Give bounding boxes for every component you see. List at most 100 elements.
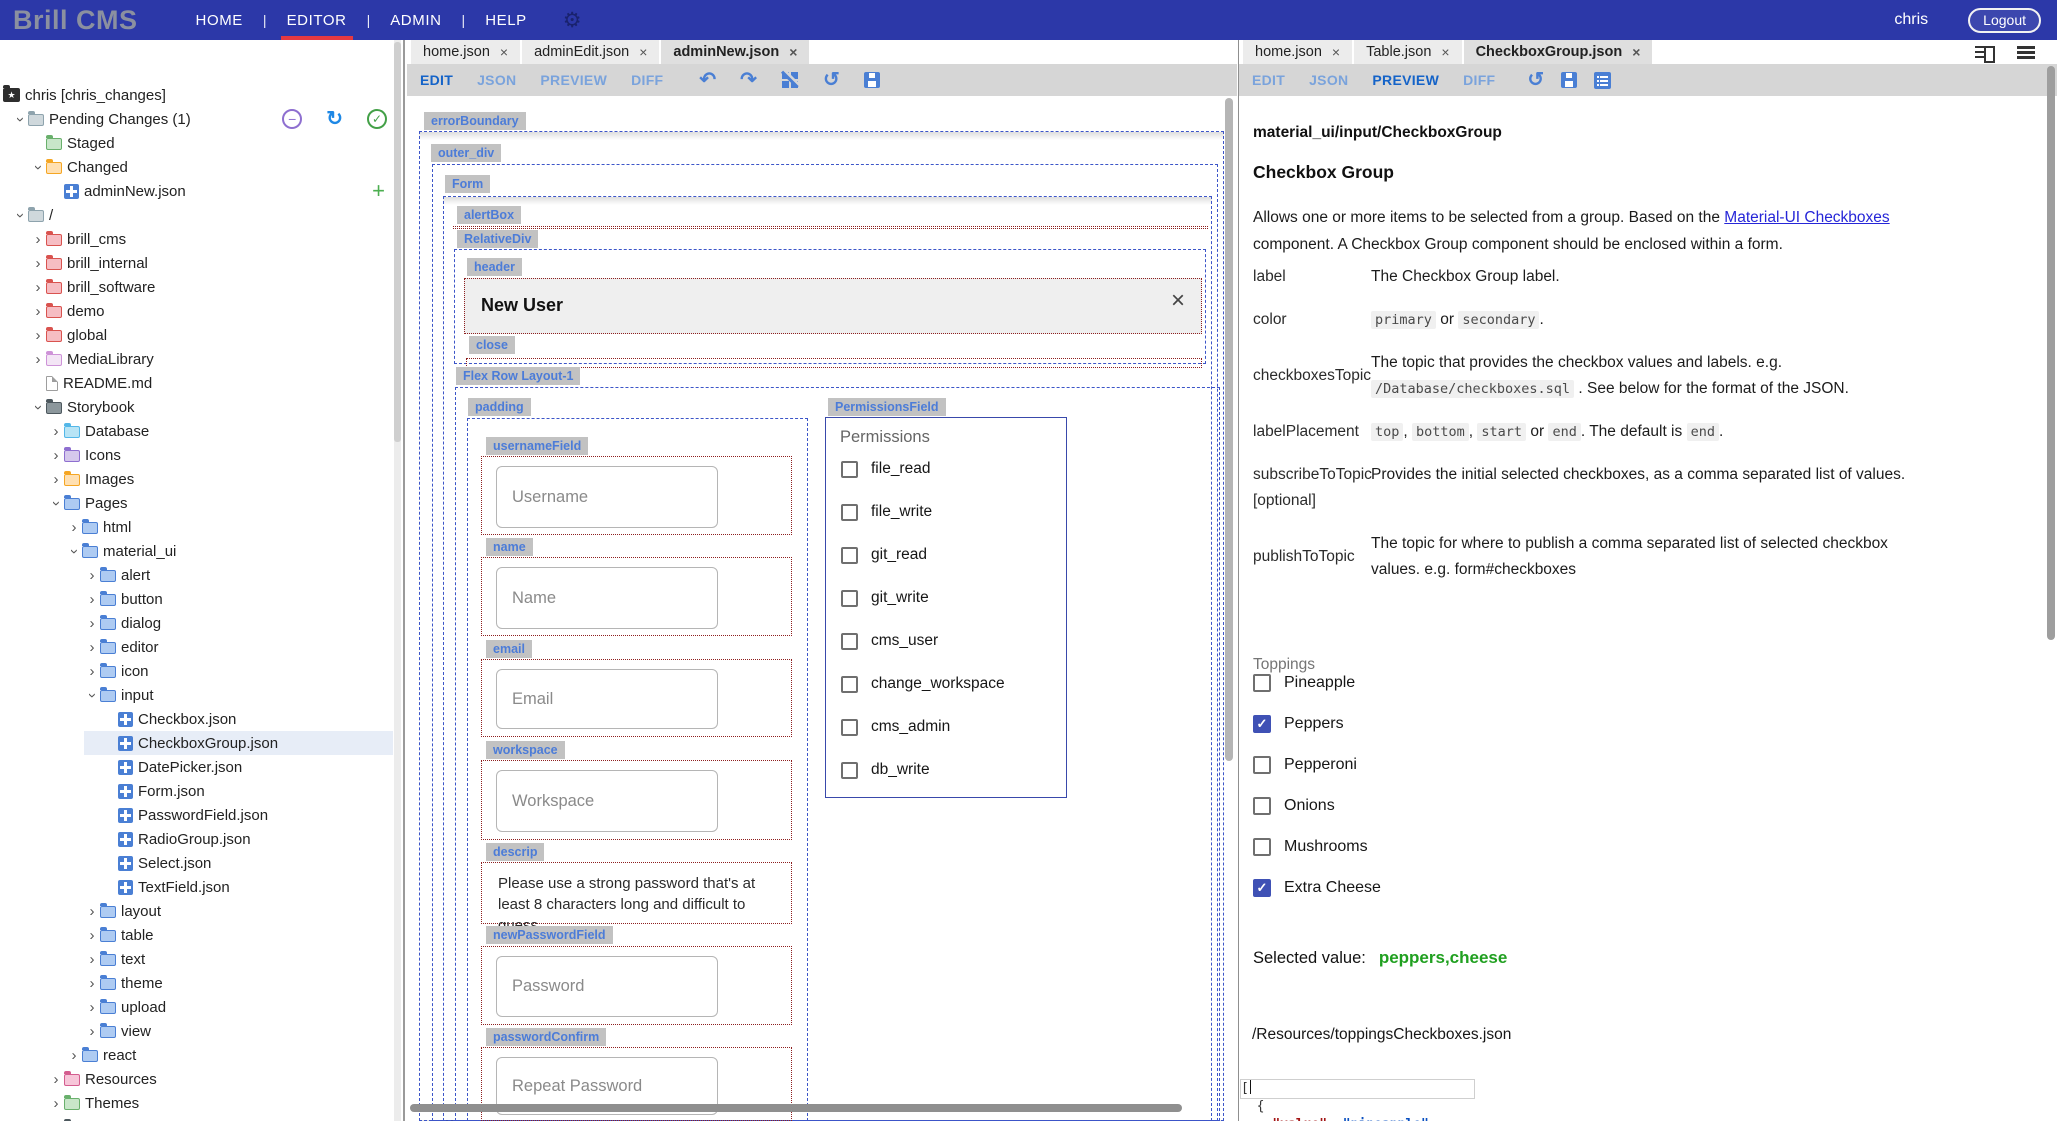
tab-table.json[interactable]: Table.json× bbox=[1354, 40, 1461, 64]
unchecked-checkbox-icon[interactable] bbox=[1253, 838, 1271, 856]
tree-item-input[interactable]: ›input bbox=[0, 683, 393, 707]
tab-close-icon[interactable]: × bbox=[1441, 44, 1449, 60]
tree-item-editor[interactable]: ›editor bbox=[0, 635, 393, 659]
name-input[interactable] bbox=[496, 567, 718, 629]
checkbox-extra-cheese[interactable]: ✓Extra Cheese bbox=[1253, 879, 1381, 897]
checkbox-git-read[interactable]: git_read bbox=[841, 546, 1005, 564]
chevron-right-icon[interactable]: › bbox=[90, 952, 95, 967]
chevron-right-icon[interactable]: › bbox=[90, 568, 95, 583]
sidebar-scrollbar-thumb[interactable] bbox=[394, 42, 401, 442]
chevron-right-icon[interactable]: › bbox=[54, 424, 59, 439]
chevron-right-icon[interactable]: › bbox=[90, 640, 95, 655]
save-icon[interactable] bbox=[1561, 72, 1577, 88]
chevron-right-icon[interactable]: › bbox=[36, 352, 41, 367]
json-code-editor[interactable]: [ { "value": "pineapple", "label": "Pine… bbox=[1241, 1080, 2057, 1121]
tree-item-material-ui[interactable]: ›material_ui bbox=[0, 539, 393, 563]
chip-flex-row[interactable]: Flex Row Layout-1 bbox=[456, 367, 580, 385]
mode-diff-button[interactable]: DIFF bbox=[631, 72, 663, 88]
code-line[interactable]: { bbox=[1241, 1098, 2057, 1116]
tree-item-datepicker-json[interactable]: DatePicker.json bbox=[0, 755, 393, 779]
chevron-down-icon[interactable]: › bbox=[49, 501, 64, 506]
chip-newPasswordField[interactable]: newPasswordField bbox=[486, 926, 613, 944]
chip-alertBox[interactable]: alertBox bbox=[457, 206, 521, 224]
unchecked-checkbox-icon[interactable] bbox=[841, 719, 858, 736]
mode-edit-button[interactable]: EDIT bbox=[1252, 72, 1285, 88]
mode-diff-button[interactable]: DIFF bbox=[1463, 72, 1495, 88]
tree-item-table[interactable]: ›table bbox=[0, 923, 393, 947]
mode-edit-button[interactable]: EDIT bbox=[420, 72, 453, 88]
tree-item-themes[interactable]: ›Themes bbox=[0, 1091, 393, 1115]
checked-checkbox-icon[interactable]: ✓ bbox=[1253, 879, 1271, 897]
panel-toggle-icon[interactable] bbox=[1975, 45, 1995, 60]
tree-item-medialibrary[interactable]: ›MediaLibrary bbox=[0, 347, 393, 371]
tree-item-pending-changes-1-[interactable]: ›Pending Changes (1)−↻✓ bbox=[0, 107, 393, 131]
chevron-right-icon[interactable]: › bbox=[36, 256, 41, 271]
chip-passwordConfirm[interactable]: passwordConfirm bbox=[486, 1028, 606, 1046]
redo-icon[interactable]: ↷ bbox=[740, 70, 757, 90]
tree-item-resources[interactable]: ›Resources bbox=[0, 1067, 393, 1091]
tree-item-checkbox-json[interactable]: Checkbox.json bbox=[0, 707, 393, 731]
workspace-input[interactable] bbox=[496, 770, 718, 832]
stage-add-icon[interactable]: + bbox=[372, 178, 385, 204]
tree-item-storybook[interactable]: ›Storybook bbox=[0, 395, 393, 419]
chevron-right-icon[interactable]: › bbox=[90, 928, 95, 943]
chip-permissionsField[interactable]: PermissionsField bbox=[828, 398, 946, 416]
checkbox-peppers[interactable]: ✓Peppers bbox=[1253, 715, 1381, 733]
checkbox-cms-admin[interactable]: cms_admin bbox=[841, 718, 1005, 736]
chevron-right-icon[interactable]: › bbox=[90, 904, 95, 919]
mode-json-button[interactable]: JSON bbox=[477, 72, 516, 88]
commit-check-icon[interactable]: ✓ bbox=[367, 109, 387, 129]
chevron-right-icon[interactable]: › bbox=[54, 448, 59, 463]
checked-checkbox-icon[interactable]: ✓ bbox=[1253, 715, 1271, 733]
chevron-down-icon[interactable]: › bbox=[67, 549, 82, 554]
history-icon[interactable]: ↺ bbox=[1527, 70, 1544, 90]
tree-item-layout[interactable]: ›layout bbox=[0, 899, 393, 923]
tab-checkboxgroup.json[interactable]: CheckboxGroup.json× bbox=[1464, 40, 1653, 64]
chevron-right-icon[interactable]: › bbox=[36, 232, 41, 247]
chip-workspace[interactable]: workspace bbox=[486, 741, 565, 759]
checkbox-db-write[interactable]: db_write bbox=[841, 761, 1005, 779]
checkbox-cms-user[interactable]: cms_user bbox=[841, 632, 1005, 650]
chevron-right-icon[interactable]: › bbox=[36, 280, 41, 295]
tree-item-react[interactable]: ›react bbox=[0, 1043, 393, 1067]
chevron-right-icon[interactable]: › bbox=[90, 1024, 95, 1039]
checkbox-pineapple[interactable]: Pineapple bbox=[1253, 674, 1381, 692]
unchecked-checkbox-icon[interactable] bbox=[841, 676, 858, 693]
discard-changes-icon[interactable]: − bbox=[282, 109, 302, 129]
tree-item-images[interactable]: ›Images bbox=[0, 467, 393, 491]
chevron-right-icon[interactable]: › bbox=[90, 616, 95, 631]
tree-item-form-json[interactable]: Form.json bbox=[0, 779, 393, 803]
tree-item-passwordfield-json[interactable]: PasswordField.json bbox=[0, 803, 393, 827]
tree-item-text[interactable]: ›text bbox=[0, 947, 393, 971]
tree-item-theme[interactable]: ›theme bbox=[0, 971, 393, 995]
tree-item-alert[interactable]: ›alert bbox=[0, 563, 393, 587]
theme-gear-icon[interactable]: ⚙ bbox=[563, 8, 582, 33]
unchecked-checkbox-icon[interactable] bbox=[841, 461, 858, 478]
checkbox-git-write[interactable]: git_write bbox=[841, 589, 1005, 607]
tree-item-brill-internal[interactable]: ›brill_internal bbox=[0, 251, 393, 275]
checkbox-mushrooms[interactable]: Mushrooms bbox=[1253, 838, 1381, 856]
unchecked-checkbox-icon[interactable] bbox=[841, 762, 858, 779]
tree-item-brill-cms[interactable]: ›brill_cms bbox=[0, 227, 393, 251]
chevron-down-icon[interactable]: › bbox=[13, 117, 28, 122]
tab-home.json[interactable]: home.json× bbox=[411, 40, 520, 64]
tab-adminnew.json[interactable]: adminNew.json× bbox=[661, 40, 809, 64]
box-header[interactable]: New User × bbox=[464, 278, 1202, 334]
chevron-down-icon[interactable]: › bbox=[31, 165, 46, 170]
tree-item-upload[interactable]: ›upload bbox=[0, 995, 393, 1019]
tree-item-adminnew-json[interactable]: adminNew.json+ bbox=[0, 179, 393, 203]
unchecked-checkbox-icon[interactable] bbox=[841, 504, 858, 521]
tree-item-uploads[interactable]: ›Uploads bbox=[0, 1115, 393, 1121]
tree-item-dialog[interactable]: ›dialog bbox=[0, 611, 393, 635]
tree-item-demo[interactable]: ›demo bbox=[0, 299, 393, 323]
save-icon[interactable] bbox=[864, 72, 880, 88]
refresh-icon[interactable]: ↻ bbox=[326, 109, 343, 129]
grid-off-icon[interactable] bbox=[781, 71, 799, 89]
tree-item-html[interactable]: ›html bbox=[0, 515, 393, 539]
tree-item-global[interactable]: ›global bbox=[0, 323, 393, 347]
dialog-close-icon[interactable]: × bbox=[1171, 287, 1185, 315]
tree-item-view[interactable]: ›view bbox=[0, 1019, 393, 1043]
password-input[interactable] bbox=[496, 956, 718, 1017]
code-line[interactable]: "value": "pineapple", bbox=[1241, 1116, 2057, 1121]
chip-descrip[interactable]: descrip bbox=[486, 843, 544, 861]
